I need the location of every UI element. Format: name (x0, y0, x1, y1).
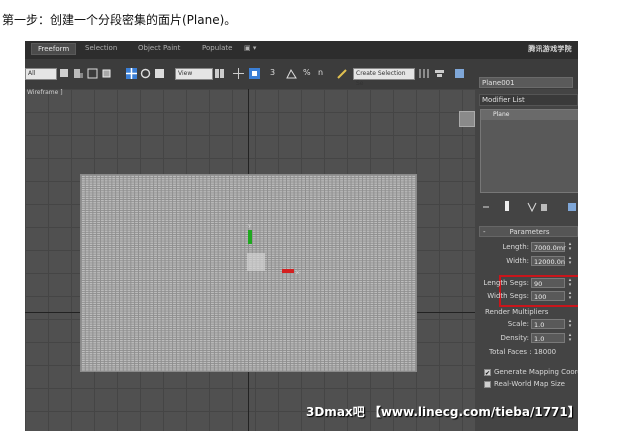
stack-item-plane[interactable]: Plane (481, 110, 578, 120)
svg-text:y: y (248, 223, 251, 229)
viewport-label[interactable]: Wireframe ] (27, 89, 63, 96)
width-label: Width: (506, 257, 529, 265)
width-field[interactable]: 12000.0n (531, 256, 565, 266)
generate-mapping-label: Generate Mapping Coords. (494, 368, 578, 376)
ribbon-tab-object-paint[interactable]: Object Paint (138, 44, 180, 52)
pin-stack-icon[interactable] (481, 202, 491, 212)
modifier-stack[interactable]: Plane (480, 109, 578, 193)
edit-named-sets-icon[interactable] (337, 68, 348, 79)
move-icon[interactable] (126, 68, 137, 79)
svg-text:x: x (296, 270, 299, 276)
brand-logo: 腾讯游戏学院 (528, 45, 572, 53)
ribbon-tab-populate[interactable]: Populate (202, 44, 232, 52)
stack-controls (479, 199, 578, 215)
width-segs-field[interactable]: 100 (531, 291, 565, 301)
parameters-rollout-header[interactable]: - Parameters (479, 226, 578, 237)
render-multipliers-label: Render Multipliers (485, 308, 549, 316)
density-field[interactable]: 1.0 (531, 333, 565, 343)
perspective-viewport[interactable]: Wireframe ] y x (25, 89, 475, 431)
density-spinner-icon[interactable]: ▴ ▾ (567, 333, 573, 343)
gizmo-y-arrow-icon[interactable]: y (246, 222, 254, 244)
rotate-icon[interactable] (140, 68, 151, 79)
select-object-icon[interactable] (59, 68, 70, 79)
real-world-label: Real-World Map Size (494, 380, 565, 388)
select-by-name-icon[interactable] (73, 68, 84, 79)
width-segs-label: Width Segs: (487, 292, 529, 300)
object-name-field[interactable]: Plane001 (479, 77, 573, 88)
mirror-icon[interactable] (419, 68, 430, 79)
scale-spinner-icon[interactable]: ▴ ▾ (567, 319, 573, 329)
snap-toggle-icon[interactable]: 3 (270, 68, 281, 79)
pivot-icon[interactable] (214, 68, 225, 79)
ribbon-bar: Freeform Selection Object Paint Populate… (25, 41, 578, 59)
selection-filter-dropdown[interactable]: All (25, 68, 57, 80)
length-spinner-icon[interactable]: ▴ ▾ (567, 242, 573, 252)
width-segs-spinner-icon[interactable]: ▴ ▾ (567, 291, 573, 301)
length-segs-spinner-icon[interactable]: ▴ ▾ (567, 278, 573, 288)
spinner-snap-icon[interactable]: n (318, 68, 329, 79)
layer-manager-icon[interactable] (454, 68, 465, 79)
ribbon-tab-selection[interactable]: Selection (85, 44, 117, 52)
length-segs-label: Length Segs: (483, 279, 529, 287)
window-crossing-icon[interactable] (101, 68, 112, 79)
real-world-checkbox[interactable] (484, 381, 491, 388)
rect-selection-icon[interactable] (87, 68, 98, 79)
length-field[interactable]: 7000.0mr (531, 242, 566, 252)
percent-snap-icon[interactable]: % (303, 68, 314, 79)
modifier-list-dropdown[interactable]: Modifier List (479, 94, 578, 106)
keyboard-shortcut-icon[interactable] (249, 68, 260, 79)
make-unique-icon[interactable] (527, 202, 537, 212)
max-screenshot: Freeform Selection Object Paint Populate… (25, 41, 578, 431)
viewcube-icon[interactable] (459, 111, 475, 127)
gizmo-x-arrow-icon[interactable]: x (282, 266, 302, 276)
ribbon-options-button[interactable]: ▣ ▾ (244, 44, 256, 52)
generate-mapping-checkbox[interactable]: ✔ (484, 369, 491, 377)
reference-coord-dropdown[interactable]: View (175, 68, 213, 80)
length-label: Length: (502, 243, 529, 251)
configure-sets-icon[interactable] (567, 202, 577, 212)
angle-snap-icon[interactable] (286, 68, 297, 79)
select-manipulate-icon[interactable] (233, 68, 244, 79)
width-spinner-icon[interactable]: ▴ ▾ (567, 256, 573, 266)
align-icon[interactable] (434, 68, 445, 79)
watermark-text: 3Dmax吧 【www.linecg.com/tieba/1771】 (306, 405, 578, 419)
ribbon-tab-freeform[interactable]: Freeform (31, 43, 77, 55)
total-faces-readout: Total Faces : 18000 (489, 348, 557, 356)
move-gizmo-center[interactable] (247, 253, 265, 271)
plane-object[interactable] (80, 174, 417, 372)
scale-icon[interactable] (154, 68, 165, 79)
scale-field[interactable]: 1.0 (531, 319, 565, 329)
command-panel: Plane001 Modifier List Plane - Parameter… (475, 77, 578, 431)
length-segs-field[interactable]: 90 (531, 278, 565, 288)
scale-label: Scale: (507, 320, 529, 328)
density-label: Density: (500, 334, 529, 342)
remove-modifier-icon[interactable] (539, 202, 549, 212)
named-selection-set-dropdown[interactable]: Create Selection Se (353, 68, 415, 87)
show-end-result-icon[interactable] (501, 200, 513, 212)
tutorial-caption: 第一步：创建一个分段密集的面片(Plane)。 (2, 13, 237, 27)
